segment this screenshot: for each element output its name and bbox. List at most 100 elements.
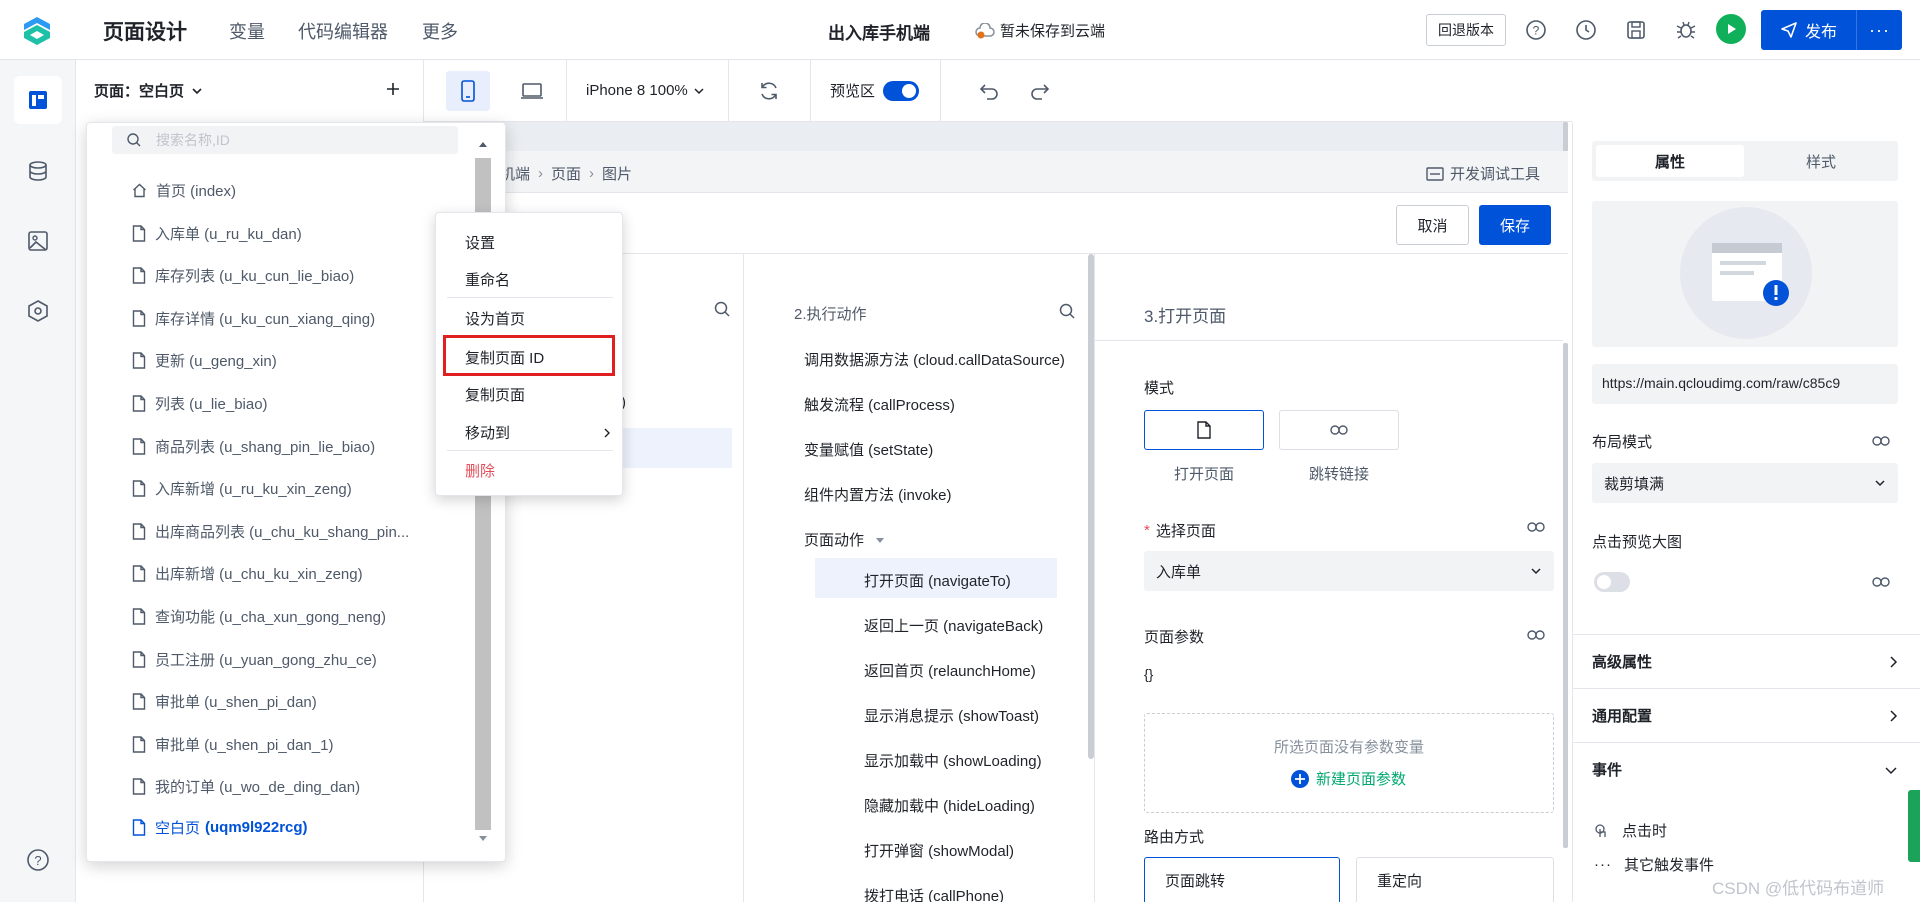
page-item-active[interactable]: 空白页 (uqm9l922rcg) (132, 807, 308, 847)
page-item[interactable]: 员工注册 (u_yuan_gong_zhu_ce) (132, 639, 377, 679)
page-item[interactable]: 我的订单 (u_wo_de_ding_dan) (132, 766, 360, 806)
events-section[interactable]: 事件 (1572, 742, 1920, 796)
tab-properties[interactable]: 属性 (1596, 145, 1744, 177)
help-icon[interactable]: ? (1522, 16, 1550, 44)
chevron-down-icon (694, 87, 704, 94)
app-title: 出入库手机端 (828, 24, 930, 43)
page-item[interactable]: 入库单 (u_ru_ku_dan) (132, 213, 302, 253)
run-preview-button[interactable] (1716, 14, 1746, 44)
tab-styles[interactable]: 样式 (1748, 145, 1894, 177)
menu-item-move-to[interactable]: 移动到 (465, 422, 611, 443)
bind-link-icon[interactable] (1527, 630, 1545, 640)
publish-button-group[interactable]: 发布 ··· (1761, 10, 1902, 50)
menu-item-copy-page-id[interactable]: 复制页面 ID (465, 347, 544, 368)
image-assets-icon[interactable] (14, 217, 62, 265)
menu-item-delete[interactable]: 删除 (465, 460, 495, 481)
cancel-button[interactable]: 取消 (1396, 205, 1469, 245)
scroll-up-arrow-icon[interactable] (478, 140, 488, 148)
mobile-view-button[interactable] (446, 71, 490, 111)
page-action-item[interactable]: 拨打电话 (callPhone) (864, 885, 1004, 902)
trigger-search-icon[interactable] (713, 300, 731, 318)
save-button[interactable]: 保存 (1479, 205, 1551, 245)
page-item[interactable]: 列表 (u_lie_biao) (132, 383, 268, 423)
nav-more[interactable]: 更多 (422, 18, 458, 44)
page-action-item[interactable]: 显示加载中 (showLoading) (864, 750, 1042, 771)
publish-button[interactable]: 发布 (1761, 10, 1857, 50)
menu-item-settings[interactable]: 设置 (465, 232, 495, 253)
page-layout-icon[interactable] (14, 76, 62, 124)
mode-open-page-option[interactable] (1144, 410, 1264, 450)
page-action-item[interactable]: 显示消息提示 (showToast) (864, 705, 1039, 726)
bind-link-icon[interactable] (1872, 436, 1890, 446)
page-actions-group[interactable]: 页面动作 (804, 529, 886, 550)
page-item[interactable]: 库存详情 (u_ku_cun_xiang_qing) (132, 298, 375, 338)
page-action-item[interactable]: 隐藏加载中 (hideLoading) (864, 795, 1035, 816)
app-logo-icon[interactable] (20, 14, 54, 48)
mode-link-option[interactable] (1279, 410, 1399, 450)
publish-more-button[interactable]: ··· (1857, 20, 1902, 41)
event-other[interactable]: ··· 其它触发事件 (1594, 854, 1714, 875)
page-item[interactable]: 商品列表 (u_shang_pin_lie_biao) (132, 426, 375, 466)
page-action-item[interactable]: 返回上一页 (navigateBack) (864, 615, 1043, 636)
desktop-view-button[interactable] (510, 71, 554, 111)
page-search-input[interactable]: 搜索名称,ID (112, 126, 458, 154)
settings-hexagon-icon[interactable] (14, 287, 62, 335)
page-item[interactable]: 审批单 (u_shen_pi_dan) (132, 681, 317, 721)
route-navigate-option[interactable]: 页面跳转 (1144, 857, 1340, 902)
history-icon[interactable] (1572, 16, 1600, 44)
config-scrollbar[interactable] (1563, 343, 1568, 848)
select-page-value: 入库单 (1156, 563, 1202, 581)
undo-icon[interactable] (978, 81, 1000, 101)
page-item[interactable]: 出库商品列表 (u_chu_ku_shang_pin... (132, 511, 409, 551)
nav-code-editor[interactable]: 代码编辑器 (298, 18, 388, 44)
page-item[interactable]: 库存列表 (u_ku_cun_lie_biao) (132, 255, 354, 295)
actions-search-icon[interactable] (1058, 302, 1076, 320)
redo-icon[interactable] (1029, 81, 1051, 101)
rollback-version-button[interactable]: 回退版本 (1426, 14, 1506, 46)
page-action-item[interactable]: 打开页面 (navigateTo) (864, 570, 1011, 591)
bind-link-icon[interactable] (1872, 577, 1890, 587)
database-icon[interactable] (14, 147, 62, 195)
menu-item-set-home[interactable]: 设为首页 (465, 308, 525, 329)
page-item[interactable]: 更新 (u_geng_xin) (132, 340, 277, 380)
add-page-plus-icon[interactable] (384, 80, 402, 98)
route-redirect-option[interactable]: 重定向 (1356, 857, 1554, 902)
refresh-icon[interactable] (758, 80, 780, 102)
image-url-input[interactable]: https://main.qcloudimg.com/raw/c85c9 (1592, 364, 1898, 404)
page-selector[interactable]: 页面：空白页 (94, 80, 204, 101)
page-action-item[interactable]: 打开弹窗 (showModal) (864, 840, 1014, 861)
action-item[interactable]: 变量赋值 (setState) (804, 439, 933, 460)
save-icon[interactable] (1622, 16, 1650, 44)
page-item-label: 入库单 (u_ru_ku_dan) (155, 225, 302, 243)
common-config-section[interactable]: 通用配置 (1572, 688, 1920, 742)
bind-link-icon[interactable] (1527, 522, 1545, 532)
page-item[interactable]: 出库新增 (u_chu_ku_xin_zeng) (132, 553, 363, 593)
action-item[interactable]: 组件内置方法 (invoke) (804, 484, 952, 505)
action-item[interactable]: 调用数据源方法 (cloud.callDataSource) (804, 349, 1065, 370)
page-item[interactable]: 查询功能 (u_cha_xun_gong_neng) (132, 596, 386, 636)
page-item[interactable]: 入库新增 (u_ru_ku_xin_zeng) (132, 468, 352, 508)
menu-item-rename[interactable]: 重命名 (465, 269, 510, 290)
preview-toggle[interactable] (883, 80, 920, 101)
page-action-item[interactable]: 返回首页 (relaunchHome) (864, 660, 1036, 681)
action-item[interactable]: 触发流程 (callProcess) (804, 394, 955, 415)
toolbar-divider (566, 60, 567, 122)
device-select[interactable]: iPhone 8 100% (586, 82, 705, 99)
scroll-down-arrow-icon[interactable] (478, 835, 488, 843)
side-float-tab[interactable] (1908, 790, 1920, 862)
select-page-dropdown[interactable]: 入库单 (1144, 551, 1554, 591)
page-item[interactable]: 首页 (index) (132, 170, 236, 210)
menu-item-copy-page[interactable]: 复制页面 (465, 384, 525, 405)
layout-mode-select[interactable]: 裁剪填满 (1592, 463, 1898, 503)
page-item[interactable]: 审批单 (u_shen_pi_dan_1) (132, 724, 333, 764)
dev-tools-link[interactable]: 开发调试工具 (1426, 163, 1540, 184)
nav-variables[interactable]: 变量 (229, 18, 265, 44)
event-on-click[interactable]: 点击时 (1594, 820, 1667, 841)
preview-big-toggle[interactable] (1594, 572, 1630, 592)
debug-bug-icon[interactable] (1672, 16, 1700, 44)
advanced-props-section[interactable]: 高级属性 (1572, 634, 1920, 688)
new-param-button[interactable]: 新建页面参数 (1290, 768, 1406, 789)
breadcrumb-item[interactable]: 页面 (551, 163, 581, 184)
chevron-right-icon (604, 428, 610, 437)
help-icon[interactable]: ? (14, 836, 62, 884)
